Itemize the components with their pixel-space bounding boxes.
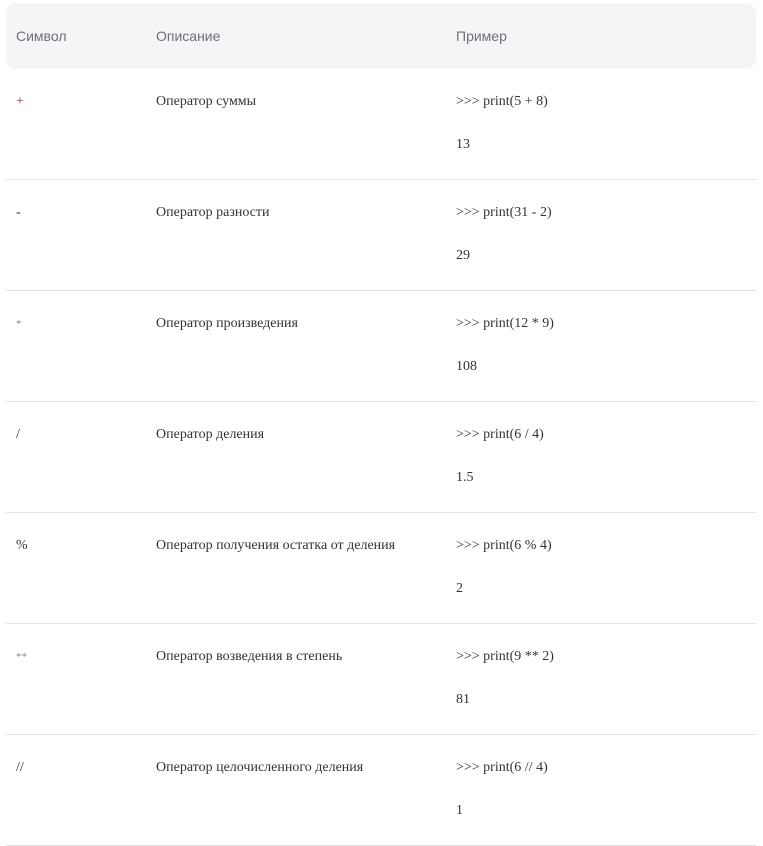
table-row: - Оператор разности >>> print(31 - 2) 29 [6,180,756,291]
row-example-code: >>> print(5 + 8) [456,94,548,109]
table-header: Символ Описание Пример [6,3,756,69]
row-description: Оператор получения остатка от деления [156,538,396,553]
table-row: / Оператор деления >>> print(6 / 4) 1.5 [6,402,756,513]
row-example-result: 13 [456,137,470,152]
row-description: Оператор произведения [156,316,298,331]
table-body: + Оператор суммы >>> print(5 + 8) 13 - О… [6,69,756,846]
table-row: ** Оператор возведения в степень >>> pri… [6,624,756,735]
row-example-code: >>> print(12 * 9) [456,316,554,331]
row-symbol: / [16,427,20,442]
row-description: Оператор суммы [156,94,257,109]
row-example-result: 1.5 [456,470,474,485]
row-example-code: >>> print(6 // 4) [456,760,548,775]
header-symbol: Символ [16,28,67,44]
header-description: Описание [156,28,221,44]
row-symbol: + [16,94,24,109]
table-row: % Оператор получения остатка от деления … [6,513,756,624]
row-example-result: 81 [456,692,470,707]
row-example-result: 1 [456,803,463,818]
row-symbol: ** [16,651,27,663]
row-description: Оператор целочисленного деления [156,760,364,775]
table-row: * Оператор произведения >>> print(12 * 9… [6,291,756,402]
row-symbol: // [16,760,24,775]
header-example: Пример [456,28,507,44]
row-example-code: >>> print(9 ** 2) [456,649,554,664]
row-example-code: >>> print(6 % 4) [456,538,552,553]
row-symbol: - [16,205,21,220]
table-row: // Оператор целочисленного деления >>> p… [6,735,756,846]
row-example-result: 2 [456,581,463,596]
table-row: + Оператор суммы >>> print(5 + 8) 13 [6,69,756,180]
row-description: Оператор разности [156,205,270,220]
operators-table: Символ Описание Пример + Оператор суммы … [6,3,756,846]
row-symbol: * [16,318,22,330]
row-example-result: 108 [456,359,477,374]
row-example-result: 29 [456,248,470,263]
row-example-code: >>> print(31 - 2) [456,205,552,220]
row-example-code: >>> print(6 / 4) [456,427,544,442]
row-description: Оператор возведения в степень [156,649,343,664]
row-symbol: % [16,538,28,553]
row-description: Оператор деления [156,427,265,442]
